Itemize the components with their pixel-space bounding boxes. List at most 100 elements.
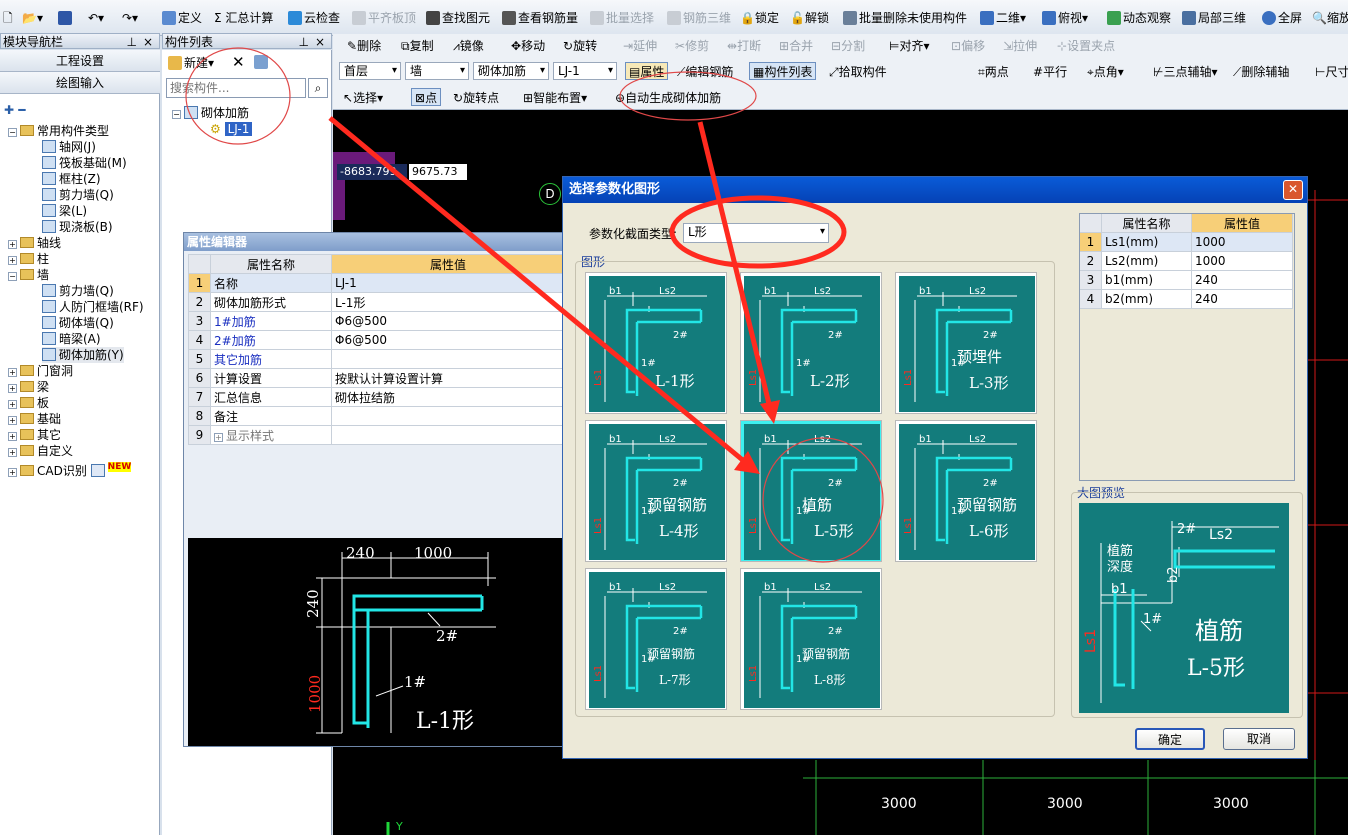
set-grip-button[interactable]: ⊹设置夹点	[1057, 37, 1115, 55]
floor-select[interactable]: 首层	[339, 62, 401, 80]
drawing-input-button[interactable]: 绘图输入	[0, 72, 160, 94]
section-type-select[interactable]: L形	[683, 223, 829, 243]
close-icon[interactable]: ×	[143, 34, 153, 50]
delete-axis-button[interactable]: ⟋删除辅轴	[1233, 63, 1289, 81]
type-select[interactable]: 墙	[405, 62, 469, 80]
shape-tile-7[interactable]: b1 Ls2 Ls1 2# 1# 预留钢筋 L-7形	[585, 568, 727, 710]
project-settings-button[interactable]: 工程设置	[0, 50, 160, 72]
dynamic-view-button[interactable]: 动态观察	[1107, 9, 1171, 27]
rotate-button[interactable]: ↻旋转	[563, 37, 597, 55]
prop-value-cell[interactable]: 砌体拉结筋	[331, 387, 565, 407]
comp-tree-lj1[interactable]: ⚙ LJ-1	[210, 121, 253, 137]
param-row[interactable]: 4 b2(mm) 240	[1079, 289, 1293, 309]
shape-tile-8[interactable]: b1 Ls2 Ls1 2# 1# 预留钢筋 L-8形	[740, 568, 882, 710]
tree-axis-grid[interactable]: 轴网(J)	[42, 139, 96, 155]
comp-tree-root[interactable]: − 砌体加筋	[172, 105, 249, 121]
parallel-button[interactable]: #平行	[1033, 63, 1067, 81]
view-rebar-qty-button[interactable]: 查看钢筋量	[502, 9, 578, 27]
point-button[interactable]: ⊠点	[411, 88, 442, 106]
prop-row[interactable]: 5 其它加筋	[188, 349, 565, 369]
prop-value-cell[interactable]	[331, 349, 565, 369]
zoom-button[interactable]: 🔍缩放	[1312, 9, 1348, 27]
split-button[interactable]: ⊟分割	[831, 37, 865, 55]
prop-value-cell[interactable]: Φ6@500	[331, 311, 565, 331]
tree-common-types[interactable]: − 常用构件类型	[8, 123, 109, 139]
prop-value-cell[interactable]	[331, 425, 565, 445]
find-element-button[interactable]: 查找图元	[426, 9, 490, 27]
smart-layout-button[interactable]: ⊞智能布置▾	[523, 89, 587, 107]
tree-cad-recognition[interactable]: + CAD识别 NEW	[8, 459, 132, 478]
unlock-button[interactable]: 🔓解锁	[790, 9, 829, 27]
prop-value-cell[interactable]	[331, 406, 565, 426]
cancel-button[interactable]: 取消	[1223, 728, 1295, 750]
property-button[interactable]: ▤属性	[625, 62, 669, 80]
dialog-close-button[interactable]: ✕	[1283, 180, 1303, 200]
extend-button[interactable]: ⇥延伸	[623, 37, 657, 55]
param-row[interactable]: 3 b1(mm) 240	[1079, 270, 1293, 290]
tree-frame-column[interactable]: 框柱(Z)	[42, 171, 101, 187]
tree-foundation[interactable]: + 基础	[8, 411, 61, 427]
top-view-button[interactable]: 俯视▾	[1042, 9, 1088, 27]
prop-value-cell[interactable]: 按默认计算设置计算	[331, 368, 565, 388]
align-button[interactable]: ⊨对齐▾	[889, 37, 930, 55]
dimension-button[interactable]: ⊢尺寸	[1315, 63, 1348, 81]
view-2d-button[interactable]: 二维▾	[980, 9, 1026, 27]
tree-axis-line[interactable]: + 轴线	[8, 235, 61, 251]
prop-value-cell[interactable]: L-1形	[331, 292, 565, 312]
shape-tile-2[interactable]: b1 Ls2 Ls1 2# 1# L-2形	[740, 272, 882, 414]
summary-calc-button[interactable]: Σ 汇总计算	[214, 9, 273, 27]
comp-search-input[interactable]	[166, 78, 306, 98]
tree-raft-foundation[interactable]: 筏板基础(M)	[42, 155, 127, 171]
rebar-3d-button[interactable]: 钢筋三维	[667, 9, 731, 27]
new-file-icon[interactable]: 🗋	[3, 9, 13, 27]
tree-custom[interactable]: + 自定义	[8, 443, 73, 459]
prop-value-cell[interactable]: Φ6@500	[331, 330, 565, 350]
prop-value-cell[interactable]: LJ-1	[331, 273, 565, 293]
prop-row[interactable]: 1 名称 LJ-1	[188, 273, 565, 293]
shape-tile-4[interactable]: b1 Ls2 Ls1 2# 1# 预留钢筋 L-4形	[585, 420, 727, 562]
open-file-icon[interactable]: 📂▾	[22, 9, 43, 27]
define-button[interactable]: 定义	[162, 9, 202, 27]
cloud-check-button[interactable]: 云检查	[288, 9, 340, 27]
two-point-button[interactable]: ⌗两点	[978, 63, 1009, 81]
save-icon[interactable]	[58, 9, 74, 27]
tree-wall[interactable]: − 墙	[8, 267, 49, 283]
tree-masonry-wall[interactable]: 砌体墙(Q)	[42, 315, 114, 331]
delete-icon[interactable]: ✕	[232, 54, 245, 70]
edit-rebar-button[interactable]: ⟋编辑钢筋	[677, 63, 733, 81]
prop-row[interactable]: 8 备注	[188, 406, 565, 426]
pick-comp-button[interactable]: ⤢拾取构件	[829, 63, 887, 81]
ok-button[interactable]: 确定	[1135, 728, 1205, 750]
auto-gen-masonry-rebar-button[interactable]: ⊕自动生成砌体加筋	[615, 89, 721, 107]
param-value-cell[interactable]: 240	[1191, 289, 1293, 309]
shape-tile-3[interactable]: b1 Ls2 Ls1 2# 1# 预埋件 L-3形	[895, 272, 1037, 414]
comp-list-button[interactable]: ▦构件列表	[749, 62, 817, 80]
prop-row[interactable]: 7 汇总信息 砌体拉结筋	[188, 387, 565, 407]
undo-icon[interactable]: ↶▾	[88, 9, 104, 27]
fullscreen-button[interactable]: 全屏	[1262, 9, 1302, 27]
trim-button[interactable]: ✂修剪	[675, 37, 709, 55]
tree-beam-group[interactable]: + 梁	[8, 379, 49, 395]
shape-tile-5[interactable]: b1 Ls2 Ls1 2# 1# 植筋 L-5形	[740, 420, 882, 562]
move-button[interactable]: ✥移动	[511, 37, 545, 55]
shape-tile-6[interactable]: b1 Ls2 Ls1 2# 1# 预留钢筋 L-6形	[895, 420, 1037, 562]
stretch-button[interactable]: ⇲拉伸	[1003, 37, 1037, 55]
param-row[interactable]: 1 Ls1(mm) 1000	[1079, 232, 1293, 252]
offset-button[interactable]: ⊡偏移	[951, 37, 985, 55]
param-value-cell[interactable]: 1000	[1191, 251, 1293, 271]
tree-beam[interactable]: 梁(L)	[42, 203, 87, 219]
tree-wall-shear[interactable]: 剪力墙(Q)	[42, 283, 114, 299]
copy-button[interactable]: ⧉复制	[401, 37, 434, 55]
shape-tile-1[interactable]: b1 Ls2 Ls1 2# 1# L-1形	[585, 272, 727, 414]
delete-button[interactable]: ✎删除	[347, 37, 381, 55]
prop-row[interactable]: 2 砌体加筋形式 L-1形	[188, 292, 565, 312]
redo-icon[interactable]: ↷▾	[122, 9, 138, 27]
break-button[interactable]: ⇹打断	[727, 37, 761, 55]
search-icon[interactable]: ⌕	[308, 78, 328, 98]
flush-slab-top-button[interactable]: 平齐板顶	[352, 9, 416, 27]
mirror-button[interactable]: ⩘镜像	[453, 37, 484, 55]
close-icon[interactable]: ×	[315, 34, 325, 50]
tree-column[interactable]: + 柱	[8, 251, 49, 267]
batch-delete-unused-button[interactable]: 批量删除未使用构件	[843, 9, 967, 27]
local-3d-button[interactable]: 局部三维	[1182, 9, 1246, 27]
